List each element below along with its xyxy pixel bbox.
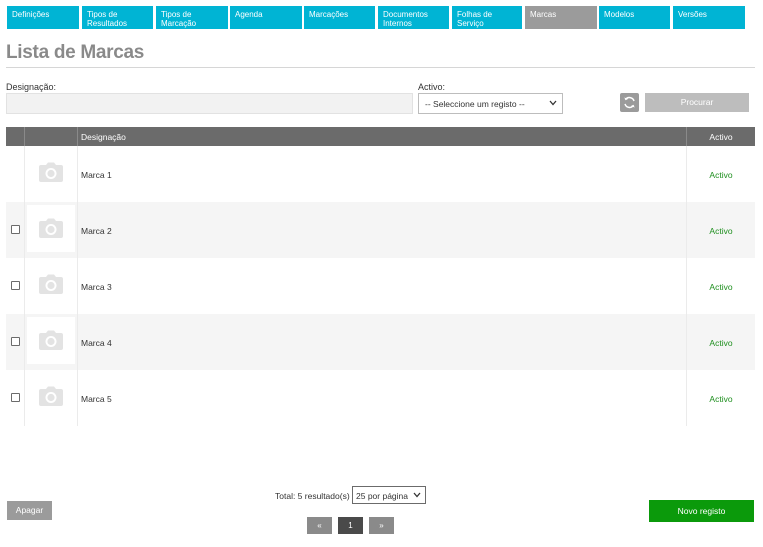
tab-marcacoes[interactable]: Marcações (304, 6, 375, 29)
camera-icon (39, 218, 63, 238)
new-record-button[interactable]: Novo registo (649, 500, 754, 522)
brand-thumbnail (27, 149, 75, 196)
camera-icon (39, 274, 63, 294)
delete-button[interactable]: Apagar (7, 501, 52, 520)
tab-agenda[interactable]: Agenda (230, 6, 302, 29)
pager-next-button[interactable]: » (369, 517, 394, 534)
camera-icon (39, 330, 63, 350)
row-checkbox[interactable] (11, 281, 20, 290)
refresh-button[interactable] (620, 93, 639, 112)
pager-prev-button[interactable]: « (307, 517, 332, 534)
tab-tipos-de-marcacao[interactable]: Tipos de Marcação (156, 6, 228, 29)
pager-page-1[interactable]: 1 (338, 517, 363, 534)
chevron-down-icon (413, 491, 421, 500)
tab-documentos-internos[interactable]: Documentos Internos (378, 6, 449, 29)
search-button[interactable]: Procurar (645, 93, 749, 112)
brand-name: Marca 1 (81, 170, 112, 180)
brand-thumbnail (27, 317, 75, 364)
refresh-icon (624, 96, 635, 109)
row-checkbox[interactable] (11, 225, 20, 234)
brand-name: Marca 2 (81, 226, 112, 236)
tab-modelos[interactable]: Modelos (599, 6, 670, 29)
camera-icon (39, 162, 63, 182)
status-badge: Activo (709, 226, 733, 236)
column-header-activo[interactable]: Activo (687, 132, 755, 142)
table-row[interactable]: Marca 2 Activo (6, 202, 755, 258)
tab-marcas[interactable]: Marcas (525, 6, 597, 29)
activo-select-value: -- Seleccione um registo -- (425, 99, 525, 109)
table-row[interactable]: Marca 3 Activo (6, 258, 755, 314)
status-badge: Activo (709, 282, 733, 292)
per-page-select[interactable]: 25 por página (352, 486, 426, 504)
table-row[interactable]: Marca 4 Activo (6, 314, 755, 370)
header-divider (24, 127, 25, 146)
column-header-designacao[interactable]: Designação (81, 132, 126, 142)
total-results: Total: 5 resultado(s) (275, 491, 350, 501)
camera-icon (39, 386, 63, 406)
per-page-value: 25 por página (356, 491, 408, 501)
row-checkbox[interactable] (11, 337, 20, 346)
tab-folhas-de-servico[interactable]: Folhas de Serviço (452, 6, 522, 29)
designacao-input[interactable] (6, 93, 413, 114)
activo-select[interactable]: -- Seleccione um registo -- (418, 93, 563, 114)
header-divider (77, 127, 78, 146)
title-divider (6, 67, 755, 68)
designacao-label: Designação: (6, 82, 57, 92)
tab-tipos-de-resultados[interactable]: Tipos de Resultados (82, 6, 153, 29)
activo-label: Activo: (418, 82, 446, 92)
tab-versoes[interactable]: Versões (673, 6, 745, 29)
brand-thumbnail (27, 205, 75, 252)
brand-name: Marca 5 (81, 394, 112, 404)
page-title: Lista de Marcas (6, 42, 145, 63)
table-row[interactable]: Marca 5 Activo (6, 370, 755, 426)
status-badge: Activo (709, 338, 733, 348)
table-row[interactable]: Marca 1 Activo (6, 146, 755, 202)
status-badge: Activo (709, 170, 733, 180)
brand-thumbnail (27, 373, 75, 420)
tab-definicoes[interactable]: Definições (7, 6, 79, 29)
table-header: Designação Activo (6, 127, 755, 146)
status-badge: Activo (709, 394, 733, 404)
brand-name: Marca 3 (81, 282, 112, 292)
row-checkbox[interactable] (11, 393, 20, 402)
brand-name: Marca 4 (81, 338, 112, 348)
brand-thumbnail (27, 261, 75, 308)
chevron-down-icon (549, 99, 557, 108)
brands-table: Designação Activo Marca 1 Activo Marca 2… (6, 127, 755, 426)
